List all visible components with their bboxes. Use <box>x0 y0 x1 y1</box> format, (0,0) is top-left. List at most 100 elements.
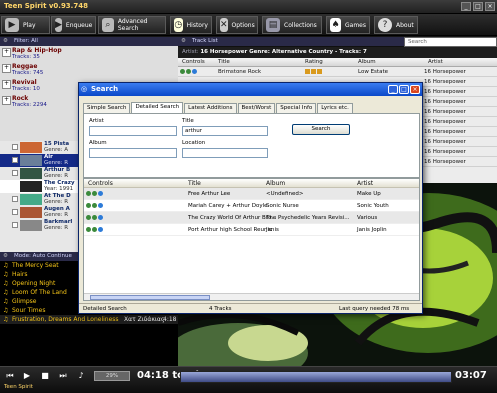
expand-toggle[interactable] <box>12 209 18 215</box>
col-title[interactable]: Title <box>188 180 201 187</box>
track-artist: 16 Horsepower <box>424 139 466 145</box>
result-row[interactable]: Mariah Carey + Arthur Doyle Sonic Nurse So… <box>84 200 419 212</box>
album-cover <box>20 220 42 231</box>
about-button[interactable]: ? About <box>374 16 418 34</box>
current-track-artist: Χατ Ζιδάκιας <box>124 316 165 323</box>
col-title[interactable]: Title <box>218 59 230 65</box>
track-artist: 16 Horsepower <box>424 69 466 75</box>
stop-icon[interactable]: ■ <box>40 371 50 381</box>
row-controls[interactable] <box>86 227 103 232</box>
result-album: <Undefined> <box>266 191 304 197</box>
expand-toggle[interactable] <box>12 157 18 163</box>
result-artist: Sonic Youth <box>357 203 389 209</box>
collections-button[interactable]: ▤ Collections <box>262 16 322 34</box>
track-controls[interactable] <box>180 69 197 74</box>
player-bar: ⏮ ▶ ■ ⏭ ♪ 29% 04:18 total 03:07 Teen Spi… <box>0 366 497 393</box>
tracklist-panel-title: Track List <box>178 37 404 46</box>
result-album: The Psychedelic Years Revisi... <box>266 215 350 221</box>
dialog-maximize-button[interactable]: □ <box>399 85 409 94</box>
app-title: Teen Spirit v0.93.748 <box>4 2 88 10</box>
play-icon[interactable]: ▶ <box>22 371 32 381</box>
dialog-minimize-button[interactable]: _ <box>388 85 398 94</box>
album-field[interactable] <box>89 148 177 158</box>
advanced-search-label: Advanced Search <box>117 18 148 32</box>
tab-best-worst[interactable]: Best/Worst <box>237 103 276 113</box>
col-controls[interactable]: Controls <box>182 59 205 65</box>
expand-toggle[interactable] <box>12 196 18 202</box>
search-input[interactable]: Search <box>404 37 497 47</box>
games-button[interactable]: ♠ Games <box>326 16 370 34</box>
enqueue-button[interactable]: ▶ Enqueue <box>51 16 96 34</box>
track-artist: 16 Horsepower <box>424 159 466 165</box>
app-window: Teen Spirit v0.93.748 _ □ × ▶ Play ▶ Enque… <box>0 0 497 393</box>
col-album[interactable]: Album <box>358 59 376 65</box>
expand-toggle[interactable] <box>12 222 18 228</box>
seek-bar[interactable] <box>180 371 452 383</box>
advanced-search-button[interactable]: ⌕ Advanced Search <box>98 16 166 34</box>
play-button[interactable]: ▶ Play <box>1 16 50 34</box>
track-album: Low Estate <box>358 69 388 75</box>
row-controls[interactable] <box>86 215 103 220</box>
current-track-duration: 4:18 <box>163 316 177 323</box>
rating-stars[interactable] <box>305 69 322 74</box>
track-artist: 16 Horsepower <box>424 119 466 125</box>
title-field[interactable]: arthur <box>182 126 268 136</box>
track-artist: 16 Horsepower <box>424 89 466 95</box>
col-rating[interactable]: Rating <box>305 59 323 65</box>
scrollbar-thumb[interactable] <box>90 295 210 300</box>
history-button[interactable]: ◷ History <box>170 16 212 34</box>
title-label: Title <box>182 118 194 124</box>
playlist-current-item[interactable]: Frustration, Dreams And Loneliness Χατ Ζ… <box>0 315 178 324</box>
tab-special-info[interactable]: Special Info <box>276 103 317 113</box>
result-row[interactable]: Free Arthur Lee <Undefined> Make Up <box>84 188 419 200</box>
row-controls[interactable] <box>86 191 103 196</box>
track-artist: 16 Horsepower <box>424 109 466 115</box>
album-cover <box>20 168 42 179</box>
filter-item[interactable]: Rap & Hip-HopTracks: 35 <box>0 46 178 62</box>
result-row[interactable]: Port Arthur high School Reunio Janis Janis… <box>84 224 419 236</box>
col-artist[interactable]: Artist <box>428 59 443 65</box>
track-table-header: Controls Title Rating Album Artist <box>178 58 497 67</box>
col-controls[interactable]: Controls <box>88 180 113 187</box>
play-icon: ▶ <box>5 18 19 32</box>
search-dialog: Search _ □ × Simple Search Detailed Sear… <box>78 82 423 314</box>
tab-detailed-search[interactable]: Detailed Search <box>131 102 184 113</box>
filter-item[interactable]: ReggaeTracks: 745 <box>0 62 178 78</box>
result-album: Janis <box>266 227 279 233</box>
row-controls[interactable] <box>86 203 103 208</box>
results-scrollbar[interactable] <box>84 293 419 300</box>
album-cover <box>20 181 42 192</box>
help-icon: ? <box>378 18 392 32</box>
options-button[interactable]: ✕ Options <box>216 16 258 34</box>
location-field[interactable] <box>182 148 268 158</box>
result-row[interactable]: The Crazy World Of Arthur Bro... The Psyc… <box>84 212 419 224</box>
filter-panel-title: Filter: All <box>0 37 178 46</box>
search-button[interactable]: Search <box>292 124 350 135</box>
tab-simple-search[interactable]: Simple Search <box>83 103 131 113</box>
history-label: History <box>186 21 208 29</box>
filter-count: Tracks: 35 <box>12 54 40 60</box>
artist-label: Artist <box>89 118 104 124</box>
volume-slider[interactable]: 29% <box>94 371 130 381</box>
tab-lyrics[interactable]: Lyrics etc. <box>317 103 353 113</box>
tracklist-info-value: 16 Horsepower Genre: Alternative Country… <box>200 49 367 55</box>
col-album[interactable]: Album <box>266 180 285 187</box>
status-count: 4 Tracks <box>209 306 232 312</box>
expand-toggle[interactable] <box>12 170 18 176</box>
dialog-close-button[interactable]: × <box>410 85 420 94</box>
maximize-button[interactable]: □ <box>473 2 483 11</box>
title-bar: Teen Spirit v0.93.748 _ □ × <box>0 0 497 14</box>
expand-toggle[interactable] <box>12 144 18 150</box>
track-row[interactable]: Brimstone Rock Low Estate 16 Horsepower <box>178 67 497 77</box>
minimize-button[interactable]: _ <box>461 2 471 11</box>
tab-latest-additions[interactable]: Latest Additions <box>184 103 237 113</box>
filter-name: Reggae <box>12 63 38 70</box>
collections-icon: ▤ <box>266 18 280 32</box>
artist-field[interactable] <box>89 126 177 136</box>
col-artist[interactable]: Artist <box>357 180 373 187</box>
close-button[interactable]: × <box>485 2 495 11</box>
next-icon[interactable]: ⏭ <box>58 371 68 381</box>
previous-icon[interactable]: ⏮ <box>5 371 15 381</box>
track-title: Brimstone Rock <box>218 69 262 75</box>
mute-icon[interactable]: ♪ <box>76 371 86 381</box>
